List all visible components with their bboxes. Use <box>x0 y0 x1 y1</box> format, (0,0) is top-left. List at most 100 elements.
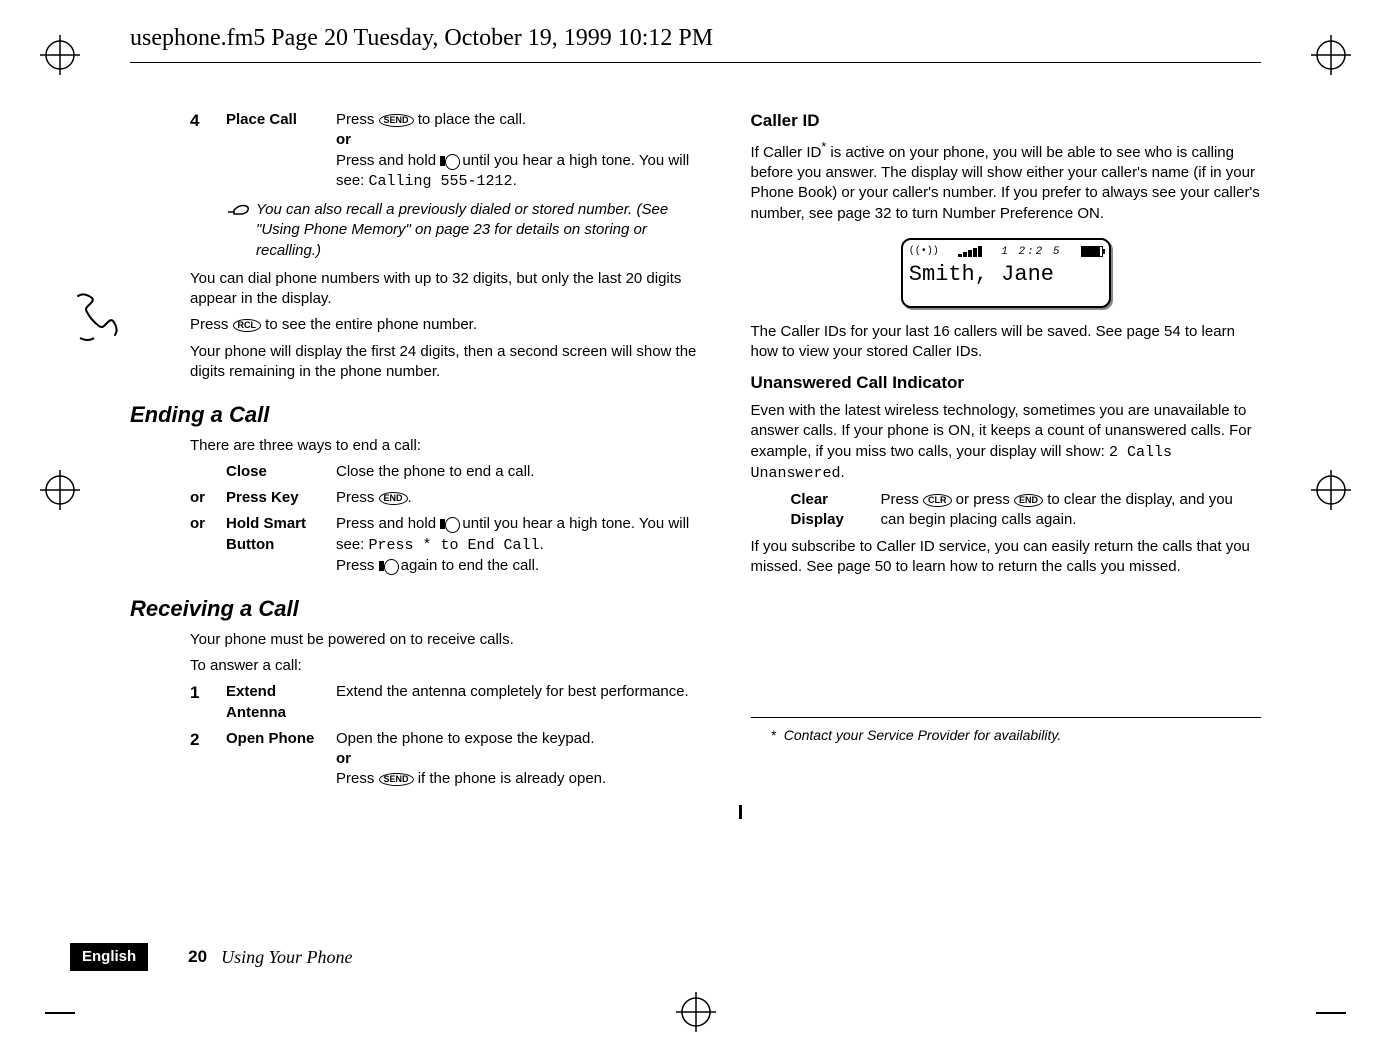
text: Press and hold <box>336 152 440 169</box>
footnote-text: Contact your Service Provider for availa… <box>784 727 1062 743</box>
text: Open the phone to expose the keypad. <box>336 730 595 747</box>
end-key-icon: END <box>379 492 408 505</box>
row-label: Press Key <box>226 488 336 508</box>
paragraph: There are three ways to end a call: <box>190 436 701 456</box>
subheading-caller-id: Caller ID <box>751 110 1262 133</box>
row-body: Press CLR or press END to clear the disp… <box>881 490 1262 531</box>
registration-mark-icon <box>40 35 80 75</box>
paragraph: Your phone must be powered on to receive… <box>190 630 701 650</box>
paragraph: You can dial phone numbers with up to 32… <box>190 269 701 310</box>
text: Even with the latest wireless technology… <box>751 402 1252 460</box>
phone-illustration-icon <box>70 290 118 350</box>
change-bar-icon <box>739 805 742 819</box>
signal-icon: ((•)) <box>909 245 939 259</box>
row-body: Close the phone to end a call. <box>336 462 701 482</box>
clr-key-icon: CLR <box>923 494 952 507</box>
section-heading-ending-call: Ending a Call <box>130 400 701 430</box>
text: . <box>540 536 544 553</box>
display-text: Calling 555-1212 <box>369 173 513 190</box>
text: again to end the call. <box>397 557 540 574</box>
text: Press <box>336 557 379 574</box>
page-number: 20 <box>188 946 207 969</box>
step-number: 1 <box>190 682 226 723</box>
row-body: Press and hold until you hear a high ton… <box>336 514 701 576</box>
text: Press <box>336 111 379 128</box>
section-heading-receiving-call: Receiving a Call <box>130 594 701 624</box>
text: Press <box>336 489 379 506</box>
header-rule <box>130 62 1261 63</box>
footer-title: Using Your Phone <box>221 945 352 969</box>
text: If Caller ID <box>751 144 822 161</box>
end-key-icon: END <box>1014 494 1043 507</box>
paragraph: Your phone will display the first 24 dig… <box>190 342 701 383</box>
paragraph: To answer a call: <box>190 656 701 676</box>
text: . <box>513 172 517 189</box>
text: to place the call. <box>414 111 527 128</box>
footnote-marker: * <box>771 727 776 743</box>
send-key-icon: SEND <box>379 773 414 786</box>
crop-mark-icon <box>1316 1012 1346 1014</box>
blank-cell <box>190 462 226 482</box>
step-label: Open Phone <box>226 729 336 790</box>
text: is active on your phone, you will be abl… <box>751 144 1260 222</box>
or-label: or <box>336 131 351 148</box>
lcd-time: 1 2:2 5 <box>1001 245 1061 260</box>
lcd-caller-name: Smith, Jane <box>909 260 1103 290</box>
step-number: 2 <box>190 729 226 790</box>
or-label: or <box>190 514 226 576</box>
smart-button-icon <box>440 517 458 531</box>
registration-mark-icon <box>40 470 80 510</box>
rcl-key-icon: RCL <box>233 319 262 332</box>
phone-display-illustration: ((•)) 1 2:2 5 Smith, Jane <box>901 238 1111 308</box>
or-label: or <box>190 488 226 508</box>
step-label: Place Call <box>226 110 336 192</box>
step-label: Extend Antenna <box>226 682 336 723</box>
registration-mark-icon <box>1311 470 1351 510</box>
paragraph: If you subscribe to Caller ID service, y… <box>751 537 1262 578</box>
footnote: * Contact your Service Provider for avai… <box>751 717 1262 745</box>
text: Press and hold <box>336 515 440 532</box>
paragraph: The Caller IDs for your last 16 callers … <box>751 322 1262 363</box>
display-text: Press * to End Call <box>369 537 540 554</box>
running-header: usephone.fm5 Page 20 Tuesday, October 19… <box>130 25 713 52</box>
text: . <box>841 464 845 481</box>
note-hand-icon <box>226 200 256 261</box>
text: Press <box>336 770 379 787</box>
paragraph: Press RCL to see the entire phone number… <box>190 315 701 335</box>
registration-mark-icon <box>676 992 716 1032</box>
row-label: Clear Display <box>791 490 881 531</box>
step-4-row: 4 Place Call Press SEND to place the cal… <box>190 110 701 192</box>
or-label: or <box>336 750 351 767</box>
subheading-unanswered: Unanswered Call Indicator <box>751 372 1262 395</box>
receive-step-1-row: 1 Extend Antenna Extend the antenna comp… <box>190 682 701 723</box>
text: . <box>408 489 412 506</box>
page-footer: English 20 Using Your Phone <box>70 942 701 972</box>
text: if the phone is already open. <box>414 770 607 787</box>
note-row: You can also recall a previously dialed … <box>226 200 701 261</box>
step-body: Open the phone to expose the keypad. or … <box>336 729 701 790</box>
paragraph: If Caller ID* is active on your phone, y… <box>751 139 1262 224</box>
receive-step-2-row: 2 Open Phone Open the phone to expose th… <box>190 729 701 790</box>
send-key-icon: SEND <box>379 114 414 127</box>
text: or press <box>952 491 1015 508</box>
battery-icon <box>1081 246 1103 257</box>
language-label: English <box>70 943 148 971</box>
end-call-close-row: Close Close the phone to end a call. <box>190 462 701 482</box>
step-body: Extend the antenna completely for best p… <box>336 682 701 723</box>
paragraph: Even with the latest wireless technology… <box>751 401 1262 484</box>
text: Press <box>881 491 924 508</box>
crop-mark-icon <box>45 1012 75 1014</box>
lcd-status-bar: ((•)) 1 2:2 5 <box>909 244 1103 260</box>
row-body: Press END. <box>336 488 701 508</box>
text: Press <box>190 316 233 333</box>
registration-mark-icon <box>1311 35 1351 75</box>
signal-bars-icon <box>958 246 982 257</box>
smart-button-icon <box>440 154 458 168</box>
smart-button-icon <box>379 559 397 573</box>
row-label: Hold Smart Button <box>226 514 336 576</box>
end-call-key-row: or Press Key Press END. <box>190 488 701 508</box>
clear-display-row: Clear Display Press CLR or press END to … <box>751 490 1262 531</box>
end-call-smart-row: or Hold Smart Button Press and hold unti… <box>190 514 701 576</box>
step-number: 4 <box>190 110 226 192</box>
text: to see the entire phone number. <box>261 316 477 333</box>
